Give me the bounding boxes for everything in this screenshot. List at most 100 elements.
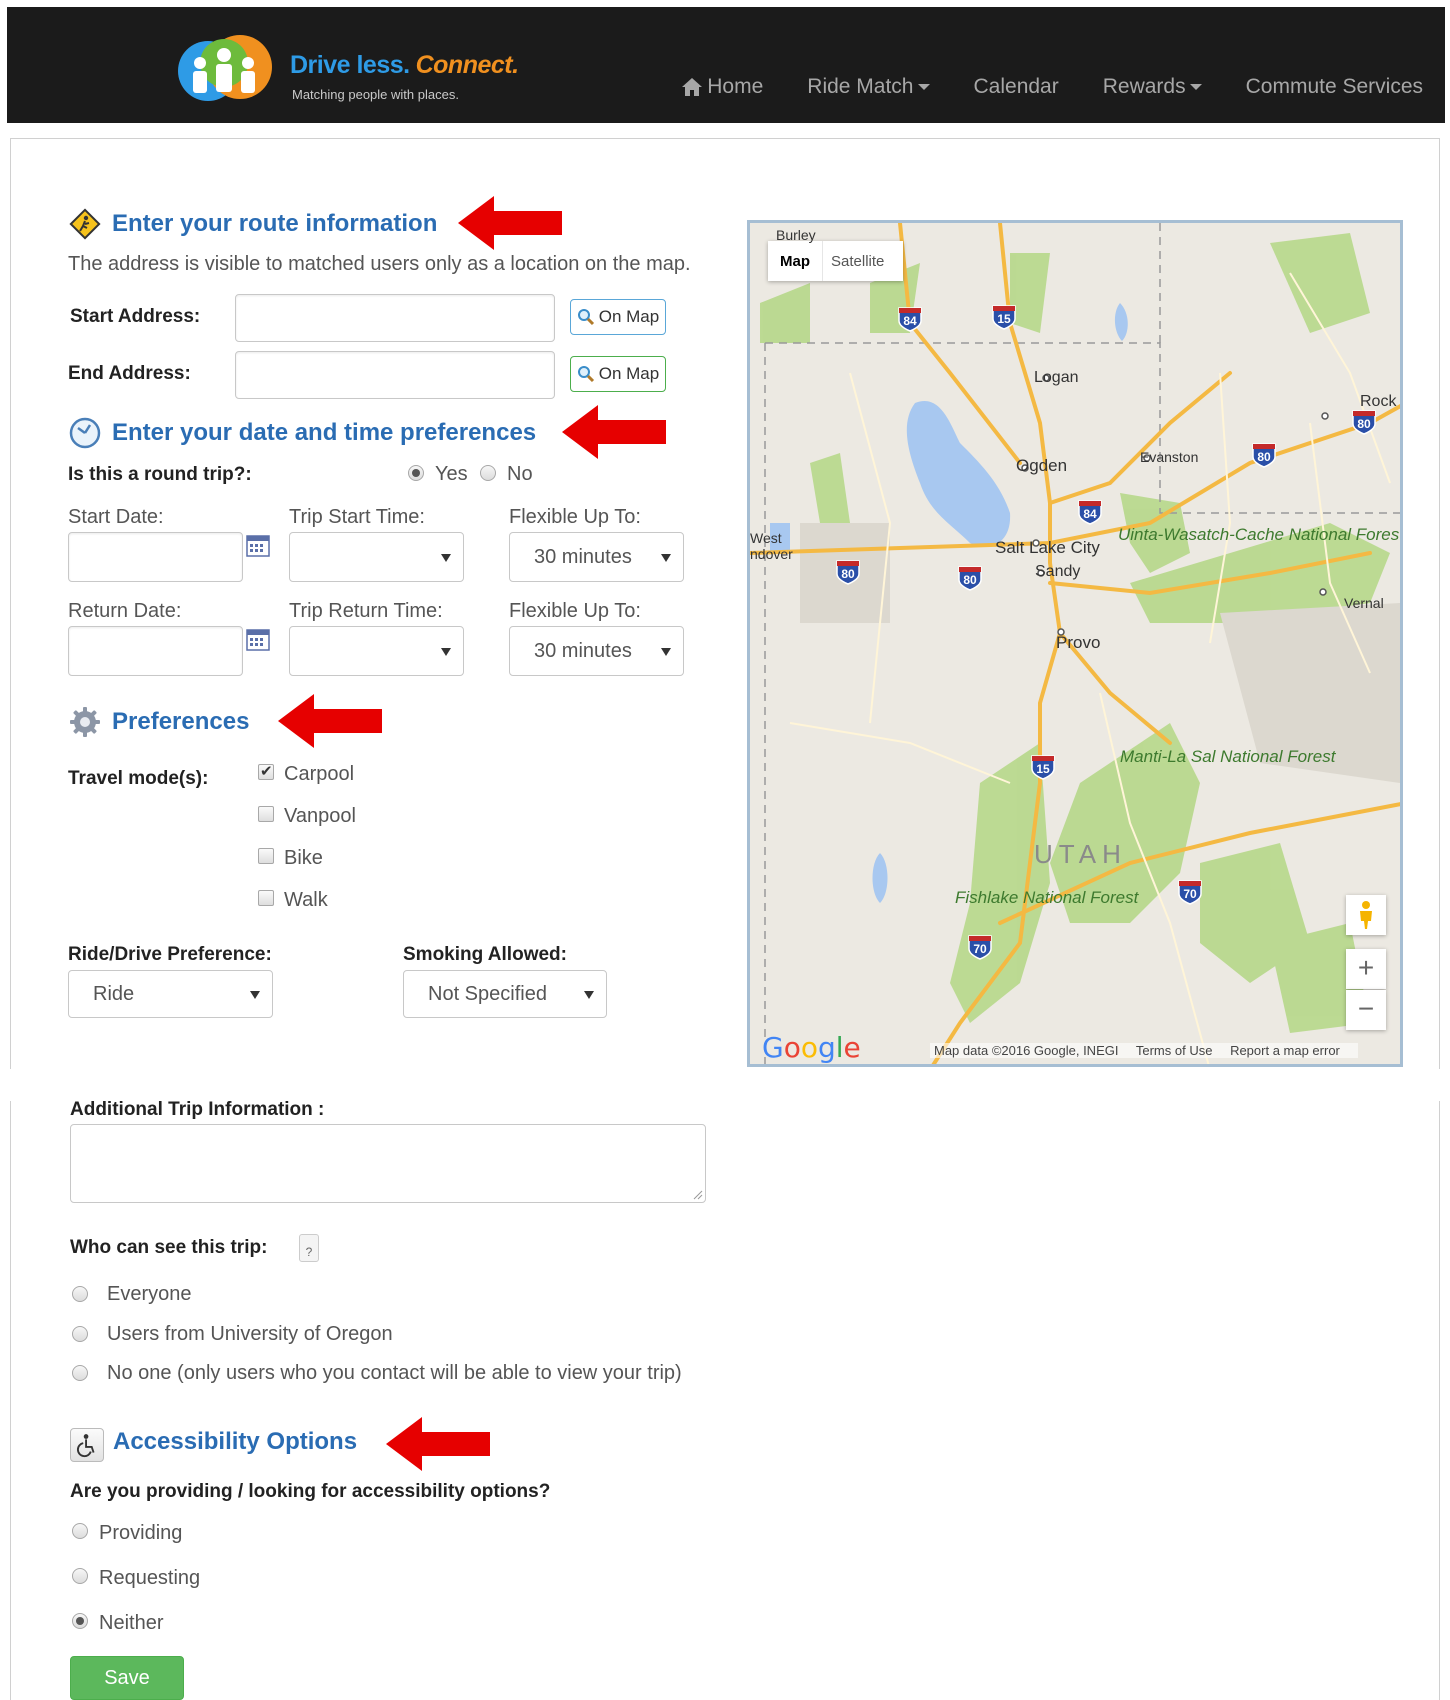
clock-icon (69, 417, 101, 449)
bike-checkbox[interactable] (258, 848, 274, 864)
smoking-select[interactable]: Not Specified (403, 970, 607, 1018)
start-date-label: Start Date: (68, 506, 164, 528)
access-neither-radio[interactable] (72, 1613, 88, 1629)
help-icon[interactable]: ? (299, 1234, 319, 1262)
trip-return-time-select[interactable] (289, 626, 464, 676)
select-arrow-icon (584, 991, 594, 999)
svg-text:80: 80 (841, 567, 855, 581)
trip-return-time-label: Trip Return Time: (289, 600, 443, 622)
route-sign-icon (69, 208, 101, 240)
start-address-input[interactable] (235, 294, 555, 342)
map-label-sandy: Sandy (1035, 563, 1081, 580)
round-trip-yes-radio[interactable] (408, 465, 424, 481)
svg-text:84: 84 (1083, 507, 1097, 521)
nav-commute-services-label: Commute Services (1245, 75, 1423, 98)
svg-text:80: 80 (1357, 417, 1371, 431)
nav-ride-match-label: Ride Match (807, 75, 914, 98)
save-button[interactable]: Save (70, 1656, 184, 1700)
additional-info-textarea[interactable] (70, 1124, 706, 1203)
map-type-map-button[interactable]: Map (768, 253, 822, 270)
zoom-in-button[interactable]: + (1346, 949, 1386, 989)
flexible-return-value: 30 minutes (534, 639, 632, 662)
round-trip-no-label: No (507, 463, 533, 485)
nav-rewards[interactable]: Rewards (1103, 75, 1202, 99)
return-date-label: Return Date: (68, 600, 182, 622)
zoom-out-button[interactable]: − (1346, 990, 1386, 1030)
svg-text:15: 15 (1036, 762, 1050, 776)
map-label-burley: Burley (776, 227, 816, 243)
nav-commute-services[interactable]: Commute Services (1246, 75, 1423, 99)
start-on-map-button[interactable]: On Map (570, 299, 666, 335)
svg-text:80: 80 (963, 573, 977, 587)
return-date-input[interactable] (68, 626, 243, 676)
walk-label: Walk (284, 889, 328, 911)
additional-info-label: Additional Trip Information : (70, 1099, 325, 1120)
ride-drive-select[interactable]: Ride (68, 970, 273, 1018)
round-trip-no-radio[interactable] (480, 465, 496, 481)
street-view-pegman[interactable] (1346, 895, 1386, 935)
calendar-icon[interactable] (246, 629, 270, 651)
end-on-map-button[interactable]: On Map (570, 356, 666, 392)
visibility-university-label: Users from University of Oregon (107, 1323, 393, 1345)
smoking-label: Smoking Allowed: (403, 944, 567, 965)
magnifier-icon (577, 309, 594, 326)
accessibility-section-title: Accessibility Options (113, 1428, 358, 1455)
route-note: The address is visible to matched users … (68, 253, 691, 275)
nav-menu: Home Ride Match Calendar Rewards Commute… (637, 75, 1423, 99)
navbar: Drive less. Connect. Matching people with… (7, 7, 1445, 123)
select-arrow-icon (250, 991, 260, 999)
map-type-satellite-button[interactable]: Satellite (822, 241, 892, 281)
visibility-everyone-radio[interactable] (72, 1286, 88, 1302)
trip-start-time-label: Trip Start Time: (289, 506, 425, 528)
visibility-no-one-radio[interactable] (72, 1365, 88, 1381)
route-section-title: Enter your route information (112, 210, 438, 237)
datetime-section-title: Enter your date and time preferences (112, 419, 537, 446)
logo-tagline: Matching people with places. (292, 87, 459, 102)
carpool-checkbox[interactable] (258, 762, 274, 780)
map-label-utah: UTAH (1034, 839, 1127, 869)
gear-icon (70, 707, 100, 737)
route-map[interactable]: 84 15 80 80 84 80 80 15 70 70 Map Satell… (747, 220, 1403, 1067)
map-label-wendover: ndover (750, 546, 793, 562)
select-arrow-icon (441, 648, 451, 656)
map-attribution: Map data ©2016 Google, INEGI (934, 1043, 1119, 1058)
caret-down-icon (917, 84, 930, 90)
site-logo[interactable]: Drive less. Connect. Matching people with… (172, 25, 532, 105)
svg-text:70: 70 (973, 942, 987, 956)
datetime-section-header: Enter your date and time preferences (68, 416, 536, 450)
round-trip-yes-label: Yes (435, 463, 468, 485)
accessibility-section-header: Accessibility Options (113, 1428, 357, 1456)
flexible-return-select[interactable]: 30 minutes (509, 626, 684, 676)
trip-start-time-select[interactable] (289, 532, 464, 582)
travel-modes-label: Travel mode(s): (68, 768, 209, 789)
access-providing-radio[interactable] (72, 1523, 88, 1539)
map-label-ogden: Ogden (1016, 456, 1068, 475)
nav-calendar-label: Calendar (973, 75, 1059, 98)
svg-text:70: 70 (1183, 887, 1197, 901)
resize-grip-icon[interactable] (693, 1190, 703, 1200)
visibility-label: Who can see this trip: (70, 1237, 268, 1258)
visibility-everyone-label: Everyone (107, 1283, 192, 1305)
red-arrow-icon (562, 405, 666, 459)
start-date-input[interactable] (68, 532, 243, 582)
ride-drive-value: Ride (93, 982, 135, 1005)
red-arrow-icon (386, 1417, 490, 1471)
bike-label: Bike (284, 847, 323, 869)
nav-home[interactable]: Home (681, 75, 763, 99)
access-requesting-radio[interactable] (72, 1568, 88, 1584)
end-address-input[interactable] (235, 351, 555, 399)
map-label-manti-forest: Manti-La Sal National Forest (1120, 747, 1336, 766)
select-arrow-icon (441, 554, 451, 562)
map-report-link[interactable]: Report a map error (1230, 1043, 1340, 1058)
flexible-start-select[interactable]: 30 minutes (509, 532, 684, 582)
visibility-university-radio[interactable] (72, 1326, 88, 1342)
map-terms-link[interactable]: Terms of Use (1136, 1043, 1213, 1058)
flexible-start-label: Flexible Up To: (509, 506, 641, 528)
nav-ride-match[interactable]: Ride Match (807, 75, 930, 99)
accessibility-question: Are you providing / looking for accessib… (70, 1481, 551, 1502)
calendar-icon[interactable] (246, 535, 270, 557)
vanpool-checkbox[interactable] (258, 806, 274, 822)
ride-drive-label: Ride/Drive Preference: (68, 944, 272, 965)
walk-checkbox[interactable] (258, 890, 274, 906)
nav-calendar[interactable]: Calendar (974, 75, 1059, 99)
